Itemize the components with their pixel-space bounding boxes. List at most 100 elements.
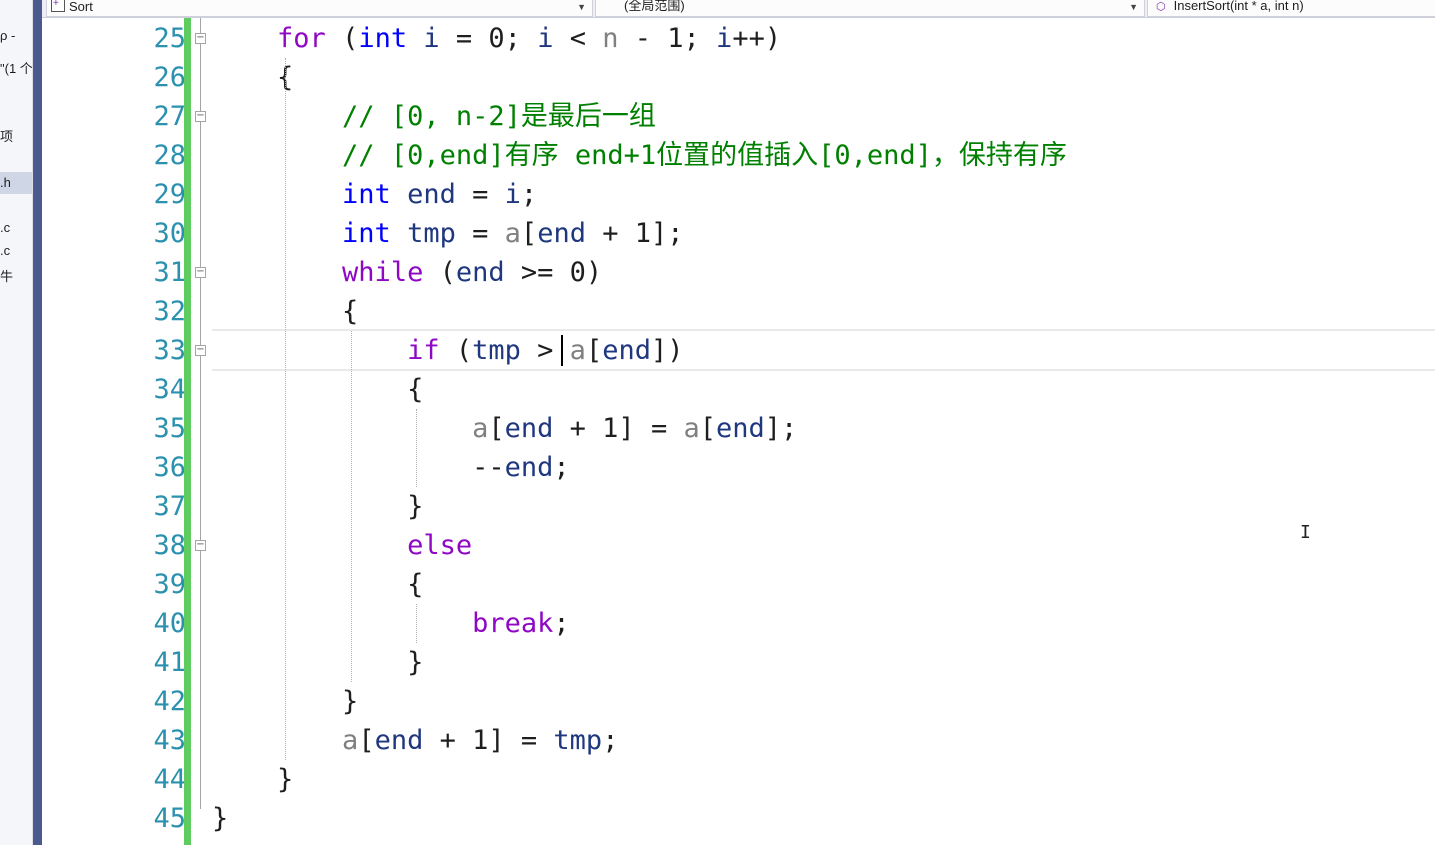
line-number: 39: [153, 569, 186, 600]
code-token: [: [585, 335, 603, 366]
code-token: a: [504, 218, 521, 249]
code-token: ;: [602, 725, 619, 756]
collapse-box-icon[interactable]: −: [195, 540, 206, 551]
chevron-down-icon: ▼: [577, 2, 586, 12]
code-token: n: [602, 23, 619, 54]
code-line[interactable]: }: [212, 760, 293, 799]
scope-label: (全局范围): [624, 0, 685, 13]
line-number: 33: [153, 335, 186, 366]
indent-guide: [350, 331, 352, 682]
code-line[interactable]: // [0,end]有序 end+1位置的值插入[0,end]，保持有序: [212, 136, 1067, 175]
code-token: --: [212, 452, 505, 483]
explorer-item-fragment[interactable]: .c: [0, 243, 10, 258]
code-token: a: [683, 413, 700, 444]
outline-line: [200, 18, 201, 809]
code-token: ]): [650, 335, 684, 366]
code-token: [: [699, 413, 716, 444]
code-token: >= 0): [504, 257, 603, 288]
code-token: + 1] =: [553, 413, 684, 444]
code-line[interactable]: while (end >= 0): [212, 253, 602, 292]
code-line[interactable]: {: [212, 565, 423, 604]
code-token: end: [602, 335, 651, 366]
code-token: [: [358, 725, 375, 756]
code-token: for: [277, 23, 326, 54]
collapse-box-icon[interactable]: −: [195, 345, 206, 356]
code-line[interactable]: }: [212, 799, 228, 838]
ibeam-cursor-icon: I: [1300, 522, 1311, 543]
explorer-item-fragment[interactable]: .c: [0, 220, 10, 235]
project-label: Sort: [69, 0, 93, 14]
code-line[interactable]: a[end + 1] = tmp;: [212, 721, 618, 760]
collapse-box-icon[interactable]: −: [195, 267, 206, 278]
code-token: {: [212, 62, 294, 93]
project-dropdown[interactable]: + Sort ▼: [46, 0, 593, 17]
solution-explorer-panel: ρ - "(1 个项 .h .c .c 牛: [0, 0, 33, 845]
line-number: 42: [153, 686, 186, 717]
code-line[interactable]: {: [212, 370, 423, 409]
code-token: = 0;: [439, 23, 538, 54]
line-number: 28: [153, 140, 186, 171]
indent-guide: [285, 58, 287, 760]
code-line[interactable]: int tmp = a[end + 1];: [212, 214, 683, 253]
code-token: // [0, n-2]是最后一组: [342, 101, 656, 132]
line-number: 25: [153, 23, 186, 54]
line-number-gutter: 25 26 27 28 29 30 31 32 33 34 35 36 37 38 39 40 41 42 43 44…: [66, 18, 186, 845]
code-line[interactable]: int end = i;: [212, 175, 537, 214]
code-text-area[interactable]: for (int i = 0; i < n - 1; i++) { // [0,…: [212, 18, 1435, 845]
indent-guide: [415, 409, 417, 487]
selection-margin[interactable]: [42, 18, 66, 845]
window-frame-bar: [33, 0, 42, 845]
code-token: (: [325, 23, 359, 54]
code-token: int: [342, 218, 391, 249]
line-number: 31: [153, 257, 186, 288]
line-number: 40: [153, 608, 186, 639]
code-token: int: [358, 23, 408, 54]
explorer-item-fragment[interactable]: "(1 个: [0, 58, 32, 77]
code-token: a: [569, 335, 586, 366]
explorer-item-fragment[interactable]: 牛: [0, 266, 13, 285]
code-token: (: [439, 335, 473, 366]
outlining-margin[interactable]: − − − − −: [192, 18, 212, 845]
member-dropdown[interactable]: ⬡ InsertSort(int * a, int n): [1147, 0, 1435, 17]
code-line[interactable]: for (int i = 0; i < n - 1; i++): [212, 19, 781, 58]
code-line[interactable]: else: [212, 526, 472, 565]
code-token: }: [212, 647, 424, 678]
code-token: - 1;: [618, 23, 717, 54]
code-token: ;: [520, 179, 538, 210]
collapse-box-icon[interactable]: −: [195, 111, 206, 122]
text-caret: [560, 335, 563, 366]
code-token: end: [504, 452, 554, 483]
code-token: =: [455, 179, 505, 210]
chevron-down-icon: ▼: [1129, 2, 1138, 12]
code-line[interactable]: // [0, n-2]是最后一组: [212, 97, 656, 136]
scope-dropdown[interactable]: (全局范围) ▼: [595, 0, 1145, 17]
code-token: end: [407, 179, 456, 210]
code-line[interactable]: --end;: [212, 448, 570, 487]
collapse-box-icon[interactable]: −: [195, 33, 206, 44]
code-line[interactable]: a[end + 1] = a[end];: [212, 409, 797, 448]
code-line[interactable]: }: [212, 643, 423, 682]
line-number: 43: [153, 725, 186, 756]
member-label: InsertSort(int * a, int n): [1173, 0, 1304, 13]
code-line[interactable]: break;: [212, 604, 570, 643]
code-line[interactable]: }: [212, 487, 423, 526]
code-line[interactable]: {: [212, 58, 293, 97]
line-number: 35: [153, 413, 186, 444]
code-line[interactable]: if (tmp > a[end]): [212, 331, 684, 370]
code-token: <: [553, 23, 603, 54]
line-number: 38: [153, 530, 186, 561]
code-token: ];: [764, 413, 798, 444]
code-token: end: [374, 725, 424, 756]
code-token: if: [407, 335, 440, 366]
code-editor[interactable]: 25 26 27 28 29 30 31 32 33 34 35 36 37 38 39 40 41 42 43 44…: [42, 18, 1435, 845]
explorer-item-fragment[interactable]: 项: [0, 126, 13, 145]
line-number: 26: [153, 62, 186, 93]
explorer-item-fragment[interactable]: .h: [0, 172, 32, 194]
explorer-item-fragment[interactable]: ρ -: [0, 28, 15, 43]
line-number: 36: [153, 452, 186, 483]
navigation-bar: + Sort ▼ (全局范围) ▼ ⬡ InsertSort(int * a, i…: [42, 0, 1435, 18]
